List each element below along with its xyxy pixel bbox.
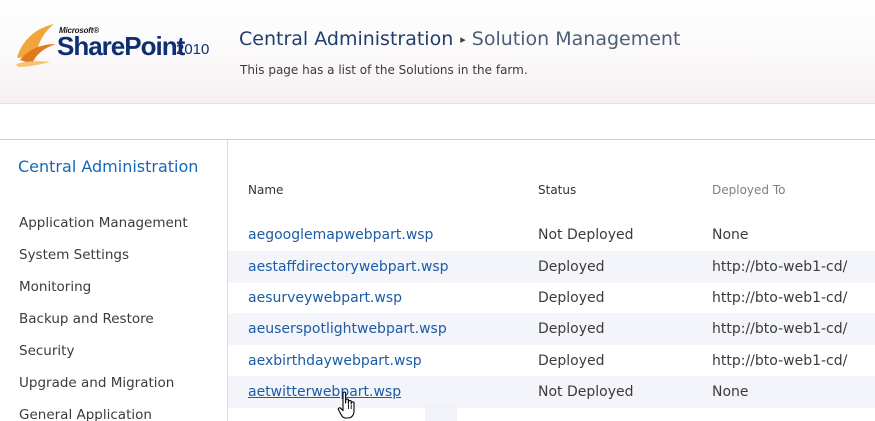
nav-item-security[interactable]: Security xyxy=(19,343,74,359)
logo-product-text: SharePoint xyxy=(57,31,185,61)
nav-item-upgrade-and-migration[interactable]: Upgrade and Migration xyxy=(19,375,174,391)
solution-status: Deployed xyxy=(538,290,605,306)
solution-name-link[interactable]: aegooglemapwebpart.wsp xyxy=(248,227,433,243)
solution-deployed-to: http://bto-web1-cd/ xyxy=(712,353,848,369)
table-row: aetwitterwebpart.wsp Not Deployed None xyxy=(228,376,875,408)
ribbon-strip xyxy=(0,104,875,140)
table-row: aexbirthdaywebpart.wsp Deployed http://b… xyxy=(228,345,875,377)
column-header-status[interactable]: Status xyxy=(538,183,576,197)
page-title: Solution Management xyxy=(471,28,681,50)
solution-status: Not Deployed xyxy=(538,227,634,243)
solution-status: Deployed xyxy=(538,353,605,369)
nav-item-backup-and-restore[interactable]: Backup and Restore xyxy=(19,311,154,327)
solution-deployed-to: http://bto-web1-cd/ xyxy=(712,259,848,275)
solution-status: Deployed xyxy=(538,259,605,275)
solution-status: Not Deployed xyxy=(538,384,634,400)
solution-name-link[interactable]: aeuserspotlightwebpart.wsp xyxy=(248,321,447,337)
solution-name-link[interactable]: aetwitterwebpart.wsp xyxy=(248,384,401,400)
solution-name-link[interactable]: aesurveywebpart.wsp xyxy=(248,290,402,306)
solution-status: Deployed xyxy=(538,321,605,337)
solution-name-link[interactable]: aestaffdirectorywebpart.wsp xyxy=(248,259,449,275)
breadcrumb: Central Administration ▸ Solution Manageme… xyxy=(239,28,680,50)
table-row: aestaffdirectorywebpart.wsp Deployed htt… xyxy=(228,251,875,283)
solution-deployed-to: None xyxy=(712,384,749,400)
left-navigation: Central Administration Application Manag… xyxy=(0,140,227,421)
table-row: aesurveywebpart.wsp Deployed http://bto-… xyxy=(228,282,875,314)
nav-item-system-settings[interactable]: System Settings xyxy=(19,247,129,263)
nav-item-monitoring[interactable]: Monitoring xyxy=(19,279,91,295)
breadcrumb-root-link[interactable]: Central Administration xyxy=(239,28,453,50)
column-header-name[interactable]: Name xyxy=(248,183,283,197)
nav-item-application-management[interactable]: Application Management xyxy=(19,215,188,231)
page-description: This page has a list of the Solutions in… xyxy=(240,63,528,77)
page-header: Microsoft® SharePoint 2010 Central Admin… xyxy=(0,0,875,103)
nav-heading-central-administration[interactable]: Central Administration xyxy=(18,157,218,177)
column-header-deployed-to: Deployed To xyxy=(712,183,786,197)
row-hover-highlight xyxy=(425,404,457,421)
sharepoint-logo-icon[interactable]: Microsoft® SharePoint 2010 xyxy=(14,20,234,68)
logo-swirl-icon xyxy=(16,24,56,67)
breadcrumb-arrow-icon: ▸ xyxy=(460,33,466,46)
nav-item-general-application[interactable]: General Application xyxy=(19,407,152,421)
solution-deployed-to: None xyxy=(712,227,749,243)
solution-deployed-to: http://bto-web1-cd/ xyxy=(712,290,848,306)
table-row: aegooglemapwebpart.wsp Not Deployed None xyxy=(228,219,875,251)
solution-name-link[interactable]: aexbirthdaywebpart.wsp xyxy=(248,353,422,369)
solutions-table: Name Status Deployed To aegooglemapwebpa… xyxy=(228,140,875,421)
solution-deployed-to: http://bto-web1-cd/ xyxy=(712,321,848,337)
hand-cursor-icon xyxy=(337,391,355,419)
table-row: aeuserspotlightwebpart.wsp Deployed http… xyxy=(228,313,875,345)
logo-version-text: 2010 xyxy=(176,41,210,58)
